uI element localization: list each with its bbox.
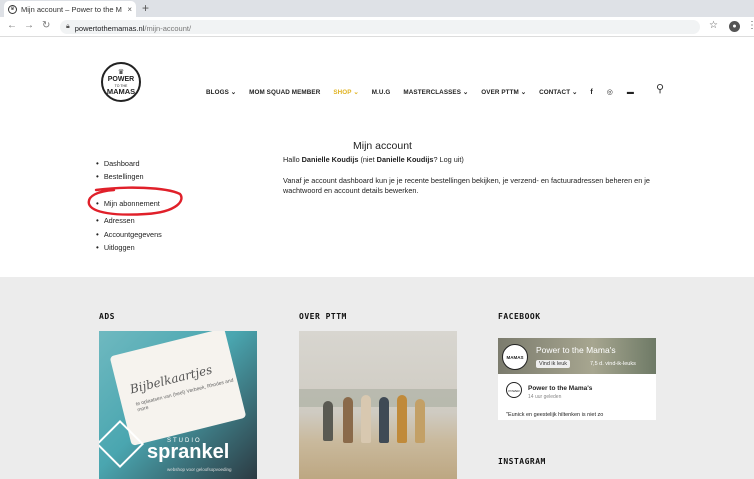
facebook-like-count: 7,5 d. vind-ik-leuks (590, 361, 636, 367)
nav-item-contact[interactable]: CONTACT ⌄ (539, 89, 577, 96)
cart-icon[interactable]: ▬ (627, 89, 634, 96)
photo-person (323, 401, 333, 441)
search-icon[interactable]: ⚲ (656, 82, 664, 95)
over-pttm-widget-title: OVER PTTM (299, 312, 347, 321)
facebook-post-avatar: POWER (506, 382, 522, 398)
browser-tab[interactable]: ♛ Mijn account – Power to the M × (4, 1, 136, 17)
account-greeting: Hallo Danielle Koudijs (niet Danielle Ko… (283, 155, 464, 164)
photo-person (397, 395, 407, 443)
greeting-middle: (niet (358, 155, 377, 164)
account-nav-uitloggen[interactable]: Uitloggen (96, 241, 162, 255)
tab-title: Mijn account – Power to the M (21, 4, 122, 14)
browser-menu-icon[interactable]: ⋮ (747, 20, 754, 31)
account-nav-dashboard[interactable]: Dashboard (96, 157, 162, 171)
back-arrow-icon[interactable]: ← (7, 20, 17, 31)
browser-toolbar: ← → ↻ 🔒︎ powertothemamas.nl/mijn-account… (0, 17, 754, 37)
greeting-user-name: Danielle Koudijs (301, 155, 359, 164)
facebook-page-avatar[interactable]: MAMAS (502, 344, 528, 370)
nav-item-mug[interactable]: M.U.G (372, 89, 391, 96)
forward-arrow-icon[interactable]: → (24, 20, 34, 31)
facebook-icon[interactable]: f (590, 89, 592, 96)
facebook-post-text: "Eunick en geestelijk hiltenken is niet … (506, 412, 604, 418)
ads-widget-title: ADS (99, 312, 115, 321)
photo-person (361, 395, 371, 443)
facebook-page-name[interactable]: Power to the Mama's (536, 345, 616, 355)
url-path: /mijn-account/ (144, 24, 192, 33)
account-intro-text: Vanaf je account dashboard kun je je rec… (283, 176, 650, 195)
over-pttm-photo[interactable] (299, 331, 457, 479)
logout-link[interactable]: ? Log uit) (433, 155, 463, 164)
photo-person (415, 399, 425, 443)
main-navigation: BLOGS ⌄ MOM SQUAD MEMBER SHOP ⌄ M.U.G MA… (206, 87, 648, 97)
instagram-icon[interactable]: ◎ (607, 88, 613, 96)
studio-sprankel-ad[interactable]: Bijbelkaartjes te oplaatsen van (heel) V… (99, 331, 257, 479)
profile-avatar-icon[interactable]: ● (729, 21, 740, 32)
nav-item-shop[interactable]: SHOP ⌄ (333, 89, 358, 96)
crown-icon: ♛ (117, 68, 125, 76)
facebook-like-button[interactable]: Vind ik leuk (536, 360, 571, 368)
lock-icon: 🔒︎ (66, 23, 70, 30)
bookmark-star-icon[interactable]: ☆ (709, 20, 718, 31)
red-circle-annotation (87, 186, 183, 216)
logo-text-bottom: MAMAS (106, 86, 136, 96)
photo-person (343, 397, 353, 443)
facebook-page-widget[interactable]: MAMAS Power to the Mama's Vind ik leuk 7… (498, 338, 656, 420)
facebook-post-time: 14 uur geleden (528, 394, 562, 400)
nav-item-mom-squad-member[interactable]: MOM SQUAD MEMBER (249, 89, 320, 96)
page-title: Mijn account (353, 140, 412, 152)
account-nav-bestellingen[interactable]: Bestellingen (96, 171, 162, 185)
photo-person (379, 397, 389, 443)
nav-item-over-pttm[interactable]: OVER PTTM ⌄ (481, 89, 526, 96)
reload-icon[interactable]: ↻ (42, 20, 50, 31)
site-logo[interactable]: ♛ POWER TO THE MAMAS (101, 62, 141, 102)
ad-brand-name: sprankel (147, 441, 230, 463)
facebook-widget-title: FACEBOOK (498, 312, 541, 321)
nav-item-masterclasses[interactable]: MASTERCLASSES ⌄ (403, 89, 468, 96)
greeting-user-name-repeat: Danielle Koudijs (376, 155, 434, 164)
address-bar[interactable]: 🔒︎ powertothemamas.nl/mijn-account/ (60, 20, 700, 34)
logo-text-top: POWER (107, 75, 135, 83)
tab-close-icon[interactable]: × (127, 5, 132, 14)
greeting-prefix: Hallo (283, 155, 302, 164)
instagram-widget-title: INSTAGRAM (498, 457, 546, 466)
new-tab-button[interactable]: + (142, 2, 149, 14)
site-favicon-icon: ♛ (8, 4, 17, 14)
account-nav-accountgegevens[interactable]: Accountgegevens (96, 228, 162, 242)
ad-tagline: webshop voor geloofsopvoeding (167, 467, 232, 472)
browser-tab-strip: ♛ Mijn account – Power to the M × + (0, 0, 754, 17)
facebook-post-author[interactable]: Power to the Mama's (528, 385, 592, 392)
ad-card-image: Bijbelkaartjes te oplaatsen van (heel) V… (109, 331, 247, 446)
url-domain: powertothemamas.nl (74, 24, 145, 33)
nav-item-blogs[interactable]: BLOGS ⌄ (206, 89, 236, 96)
